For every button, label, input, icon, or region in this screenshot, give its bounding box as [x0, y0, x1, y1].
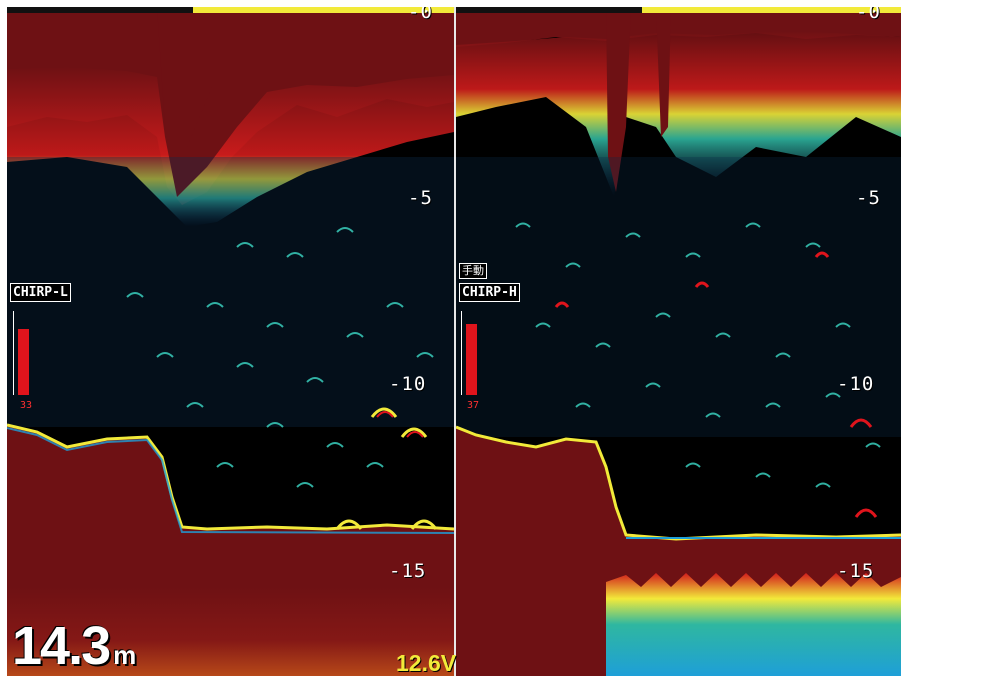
left-echogram — [7, 7, 454, 676]
right-depth-mark-5: -5 — [856, 187, 881, 209]
depth-value: 14.3 — [12, 616, 111, 676]
voltage-readout: 12.6V — [396, 650, 457, 676]
right-mode-label: CHIRP-H — [459, 283, 520, 302]
left-sonar-pane: -0 -5 -10 -15 CHIRP-L 33 — [7, 7, 454, 676]
left-depth-mark-0: -0 — [408, 7, 433, 23]
right-depth-mark-10: -10 — [837, 373, 875, 395]
left-depth-mark-15: -15 — [389, 560, 427, 582]
left-gain-fill — [18, 329, 29, 395]
right-range-bar-dark — [456, 7, 642, 13]
right-echogram — [456, 7, 901, 676]
right-sonar-pane: -0 -5 -10 -15 手動 CHIRP-H 37 — [456, 7, 901, 676]
depth-readout: 14.3 m — [12, 619, 136, 676]
left-depth-mark-5: -5 — [408, 187, 433, 209]
manual-mode-label: 手動 — [459, 263, 487, 279]
left-range-bar-dark — [7, 7, 193, 13]
depth-unit: m — [113, 640, 137, 670]
left-mode-label: CHIRP-L — [10, 283, 71, 302]
left-gain-meter[interactable] — [13, 311, 31, 395]
left-depth-mark-10: -10 — [389, 373, 427, 395]
left-gain-value: 33 — [20, 400, 33, 411]
right-gain-value: 37 — [467, 400, 480, 411]
right-gain-fill — [466, 324, 477, 395]
right-gain-meter[interactable] — [461, 311, 479, 395]
right-depth-mark-0: -0 — [856, 7, 881, 23]
right-depth-mark-15: -15 — [837, 560, 875, 582]
sonar-display: -0 -5 -10 -15 CHIRP-L 33 -0 -5 -10 -15 手… — [7, 7, 901, 676]
